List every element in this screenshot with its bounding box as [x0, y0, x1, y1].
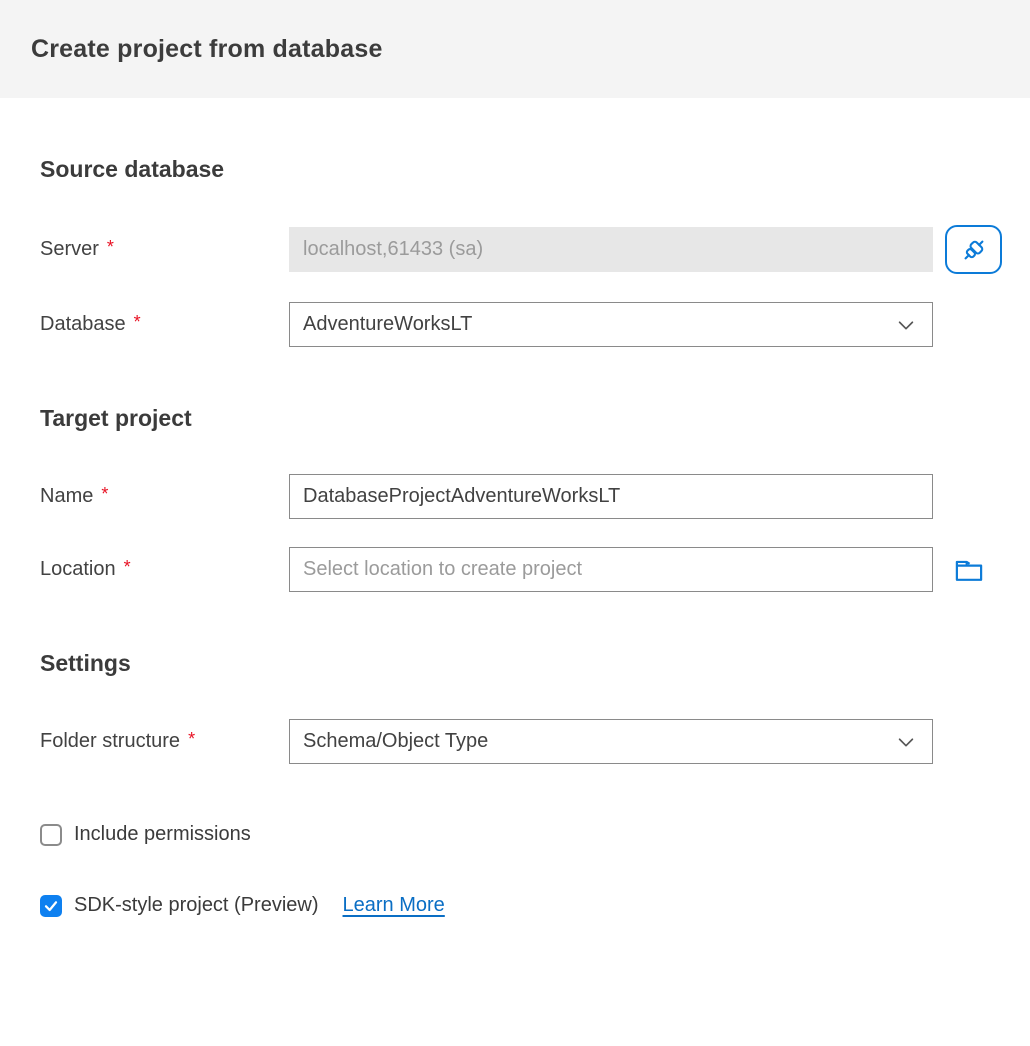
- folder-structure-row: Folder structure * Schema/Object Type: [40, 719, 1002, 764]
- name-label: Name *: [40, 485, 289, 508]
- page-title: Create project from database: [31, 35, 383, 64]
- sdk-style-checkbox[interactable]: [40, 895, 62, 917]
- required-asterisk: *: [101, 484, 108, 505]
- section-title-settings: Settings: [40, 650, 1002, 677]
- required-asterisk: *: [124, 557, 131, 578]
- location-label: Location *: [40, 558, 289, 581]
- include-permissions-checkbox[interactable]: [40, 824, 62, 846]
- database-select[interactable]: AdventureWorksLT: [289, 302, 933, 347]
- learn-more-link[interactable]: Learn More: [343, 894, 445, 917]
- server-row: Server *: [40, 225, 1002, 274]
- location-input[interactable]: [289, 547, 933, 592]
- database-label: Database *: [40, 313, 289, 336]
- database-selected-value: AdventureWorksLT: [303, 313, 472, 336]
- folder-structure-select[interactable]: Schema/Object Type: [289, 719, 933, 764]
- required-asterisk: *: [188, 729, 195, 750]
- browse-folder-button[interactable]: [954, 556, 984, 584]
- required-asterisk: *: [134, 312, 141, 333]
- location-row: Location *: [40, 547, 1002, 592]
- checkmark-icon: [43, 898, 59, 914]
- sdk-style-label: SDK-style project (Preview): [74, 894, 319, 917]
- dialog-header: Create project from database: [0, 0, 1030, 98]
- server-label: Server *: [40, 238, 289, 261]
- folder-structure-selected-value: Schema/Object Type: [303, 730, 488, 753]
- project-name-input[interactable]: [289, 474, 933, 519]
- dialog-body: Source database Server * Database: [0, 156, 1030, 917]
- change-connection-button[interactable]: [945, 225, 1002, 274]
- database-row: Database * AdventureWorksLT: [40, 302, 1002, 347]
- name-row: Name *: [40, 474, 1002, 519]
- folder-structure-label: Folder structure *: [40, 730, 289, 753]
- server-input: [289, 227, 933, 272]
- plug-icon: [959, 235, 989, 265]
- folder-icon: [954, 556, 984, 584]
- include-permissions-label: Include permissions: [74, 823, 251, 846]
- section-title-source-database: Source database: [40, 156, 1002, 183]
- chevron-down-icon: [895, 731, 917, 753]
- required-asterisk: *: [107, 237, 114, 258]
- chevron-down-icon: [895, 314, 917, 336]
- sdk-style-row: SDK-style project (Preview) Learn More: [40, 894, 1002, 917]
- section-title-target-project: Target project: [40, 405, 1002, 432]
- include-permissions-row: Include permissions: [40, 823, 1002, 846]
